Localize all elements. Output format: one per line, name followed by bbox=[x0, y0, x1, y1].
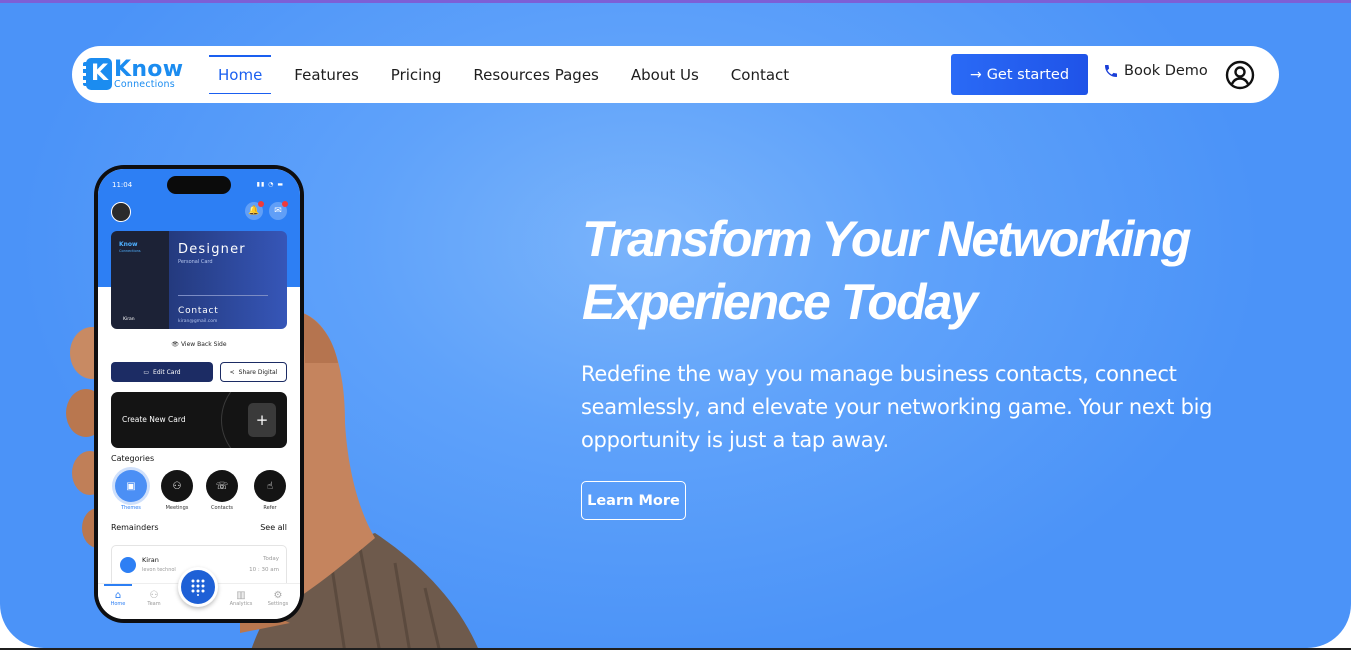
brand-name: Know bbox=[114, 56, 184, 82]
category-meetings: ⚇ Meetings bbox=[159, 470, 195, 511]
get-started-label: Get started bbox=[986, 66, 1070, 83]
card-owner: Kiran bbox=[123, 317, 135, 322]
tab-settings: ⚙ Settings bbox=[263, 590, 293, 607]
plus-icon: + bbox=[248, 403, 276, 437]
nav-resources-pages[interactable]: Resources Pages bbox=[473, 46, 599, 103]
dialpad-fab-icon bbox=[178, 567, 218, 607]
profile-avatar bbox=[111, 202, 131, 222]
category-refer: ☝ Refer bbox=[252, 470, 288, 511]
nav-pricing[interactable]: Pricing bbox=[391, 46, 442, 103]
view-back-side-link: 👁 View Back Side bbox=[171, 341, 227, 348]
learn-more-button[interactable]: Learn More bbox=[581, 481, 686, 520]
book-demo-label: Book Demo bbox=[1124, 63, 1208, 79]
user-account-icon[interactable] bbox=[1225, 60, 1255, 90]
phone-mockup: 11:04 ▮▮ ◔ ▬ 🔔 ✉ Know Connections Kiran … bbox=[94, 165, 304, 623]
hero-title: Transform Your Networking Experience Tod… bbox=[582, 208, 1302, 334]
image-icon: ▣ bbox=[115, 470, 147, 502]
tab-active-indicator bbox=[104, 584, 132, 586]
tab-analytics: ▥ Analytics bbox=[226, 590, 256, 607]
categories-title: Categories bbox=[111, 454, 155, 463]
status-icons: ▮▮ ◔ ▬ bbox=[256, 181, 284, 188]
contacts-icon: ☏ bbox=[206, 470, 238, 502]
reminder-company: levon technol bbox=[142, 567, 176, 573]
card-email: kiran@gmail.com bbox=[178, 319, 218, 324]
edit-card-button: ▭ Edit Card bbox=[111, 362, 213, 382]
card-subtitle: Personal Card bbox=[178, 259, 213, 265]
nav-home[interactable]: Home bbox=[209, 46, 272, 103]
category-contacts: ☏ Contacts bbox=[204, 470, 240, 511]
reminders-title: Remainders bbox=[111, 523, 159, 532]
card-logo: Know Connections bbox=[119, 241, 141, 254]
hero-title-line2: Experience Today bbox=[582, 274, 978, 330]
reminder-day: Today bbox=[263, 556, 279, 562]
reminder-avatar-icon bbox=[120, 557, 136, 573]
bell-icon: 🔔 bbox=[245, 201, 264, 220]
card-title: Designer bbox=[178, 242, 246, 257]
hero-title-line1: Transform Your Networking bbox=[582, 211, 1192, 267]
dynamic-island bbox=[167, 176, 231, 194]
hero-subtitle: Redefine the way you manage business con… bbox=[581, 362, 1213, 452]
nav-links: Home Features Pricing Resources Pages Ab… bbox=[209, 46, 821, 103]
nav-contact[interactable]: Contact bbox=[731, 46, 789, 103]
status-time: 11:04 bbox=[112, 181, 133, 189]
create-new-card: Create New Card + bbox=[111, 392, 287, 448]
book-demo-link[interactable]: Book Demo bbox=[1103, 63, 1208, 79]
brand-tagline: Connections bbox=[114, 78, 175, 90]
nav-about-us[interactable]: About Us bbox=[631, 46, 699, 103]
logo-wordmark: Know Connections bbox=[114, 56, 184, 90]
see-all-link: See all bbox=[260, 523, 287, 532]
analytics-icon: ▥ bbox=[236, 590, 246, 601]
phone-screen: 11:04 ▮▮ ◔ ▬ 🔔 ✉ Know Connections Kiran … bbox=[98, 169, 300, 619]
create-card-label: Create New Card bbox=[122, 415, 186, 424]
edit-icon: ▭ bbox=[143, 368, 150, 376]
tab-team: ⚇ Team bbox=[139, 590, 169, 607]
card-contact-label: Contact bbox=[178, 306, 219, 316]
hero-section: 11:04 ▮▮ ◔ ▬ 🔔 ✉ Know Connections Kiran … bbox=[0, 0, 1351, 648]
nav-features[interactable]: Features bbox=[294, 46, 359, 103]
reminder-time: 10 : 30 am bbox=[249, 567, 279, 573]
category-themes: ▣ Themes bbox=[113, 470, 149, 511]
business-card: Know Connections Kiran Designer Personal… bbox=[111, 231, 287, 329]
chat-icon: ✉ bbox=[269, 201, 288, 220]
team-icon: ⚇ bbox=[149, 590, 159, 601]
meeting-icon: ⚇ bbox=[161, 470, 193, 502]
brand-logo[interactable]: K Know Connections bbox=[83, 56, 184, 90]
settings-icon: ⚙ bbox=[273, 590, 283, 601]
eye-icon: 👁 bbox=[171, 341, 181, 348]
share-digital-button: < Share Digital bbox=[220, 362, 287, 382]
phone-icon bbox=[1105, 65, 1117, 77]
reminder-name: Kiran bbox=[142, 556, 159, 564]
tab-home: ⌂ Home bbox=[103, 590, 133, 607]
top-navbar: K Know Connections Home Features Pricing… bbox=[72, 46, 1279, 103]
home-icon: ⌂ bbox=[114, 590, 122, 601]
logo-k-icon: K bbox=[83, 58, 112, 90]
refer-icon: ☝ bbox=[254, 470, 286, 502]
share-icon: < bbox=[229, 368, 235, 376]
get-started-button[interactable]: → Get started bbox=[951, 54, 1088, 95]
card-divider bbox=[178, 295, 268, 296]
arrow-right-icon: → bbox=[969, 66, 982, 83]
